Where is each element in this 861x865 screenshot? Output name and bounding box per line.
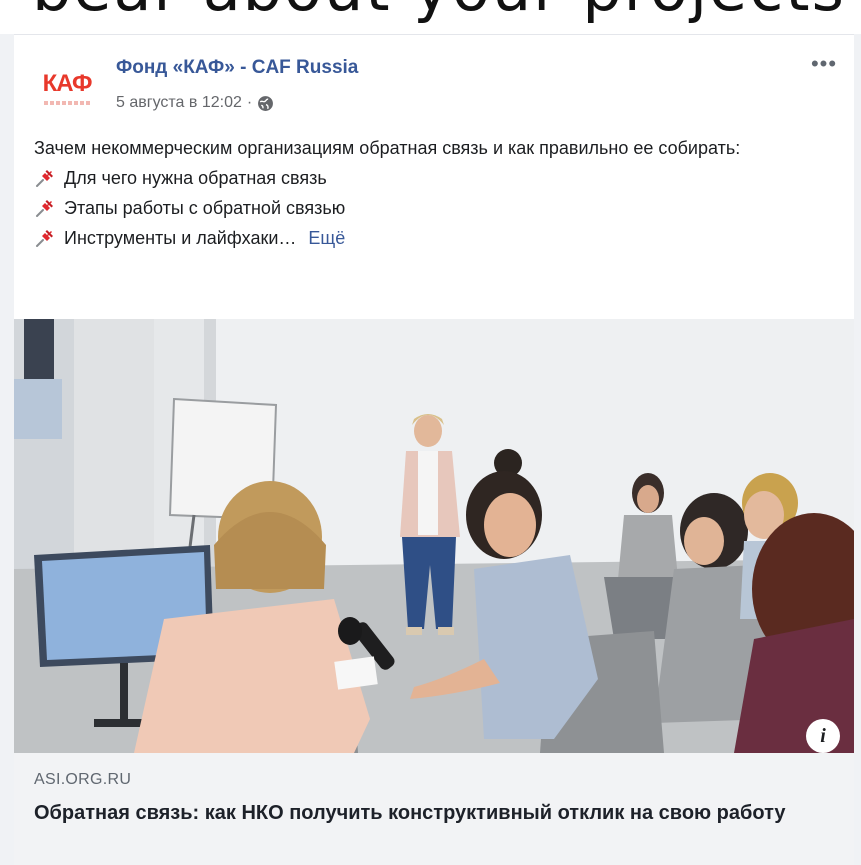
- pushpin-icon: [34, 167, 56, 189]
- workshop-photo: [14, 319, 854, 753]
- cropped-heading-text: bear about your projects: [32, 0, 846, 24]
- list-item: Инструменты и лайфхаки… Ещё: [34, 223, 834, 253]
- pushpin-icon: [34, 197, 56, 219]
- caf-logo: КАФ: [42, 70, 93, 97]
- page-avatar[interactable]: КАФ: [34, 55, 100, 121]
- caf-logo-underline: [44, 101, 90, 105]
- facebook-post: КАФ Фонд «КАФ» - CAF Russia 5 августа в …: [14, 34, 854, 865]
- list-item: Для чего нужна обратная связь: [34, 163, 834, 193]
- list-item: Этапы работы с обратной связью: [34, 193, 834, 223]
- info-button[interactable]: i: [806, 719, 840, 753]
- page-name-link[interactable]: Фонд «КАФ» - CAF Russia: [116, 57, 358, 79]
- post-body: Зачем некоммерческим организациям обратн…: [34, 133, 834, 253]
- post-meta: 5 августа в 12:02 ·: [116, 91, 274, 115]
- link-preview-photo[interactable]: i: [14, 319, 854, 753]
- link-domain: ASI.ORG.RU: [34, 771, 132, 788]
- bullet-text: Инструменты и лайфхаки…: [64, 228, 297, 248]
- link-preview[interactable]: ASI.ORG.RU Обратная связь: как НКО получ…: [14, 753, 854, 865]
- pushpin-icon: [34, 227, 56, 249]
- post-header: КАФ Фонд «КАФ» - CAF Russia 5 августа в …: [14, 35, 854, 125]
- bullet-text: Этапы работы с обратной связью: [64, 198, 346, 218]
- post-intro-text: Зачем некоммерческим организациям обратн…: [34, 138, 741, 158]
- link-title[interactable]: Обратная связь: как НКО получить констру…: [34, 797, 834, 829]
- meta-separator: ·: [246, 94, 253, 111]
- post-timestamp[interactable]: 5 августа в 12:02: [116, 94, 242, 112]
- see-more-link[interactable]: Ещё: [308, 223, 345, 253]
- globe-icon[interactable]: [257, 95, 274, 112]
- cropped-heading: bear about your projects: [0, 0, 861, 34]
- more-options-button[interactable]: •••: [808, 51, 840, 76]
- bullet-text: Для чего нужна обратная связь: [64, 168, 327, 188]
- screenshot-page: bear about your projects КАФ Фонд «КАФ» …: [0, 0, 861, 865]
